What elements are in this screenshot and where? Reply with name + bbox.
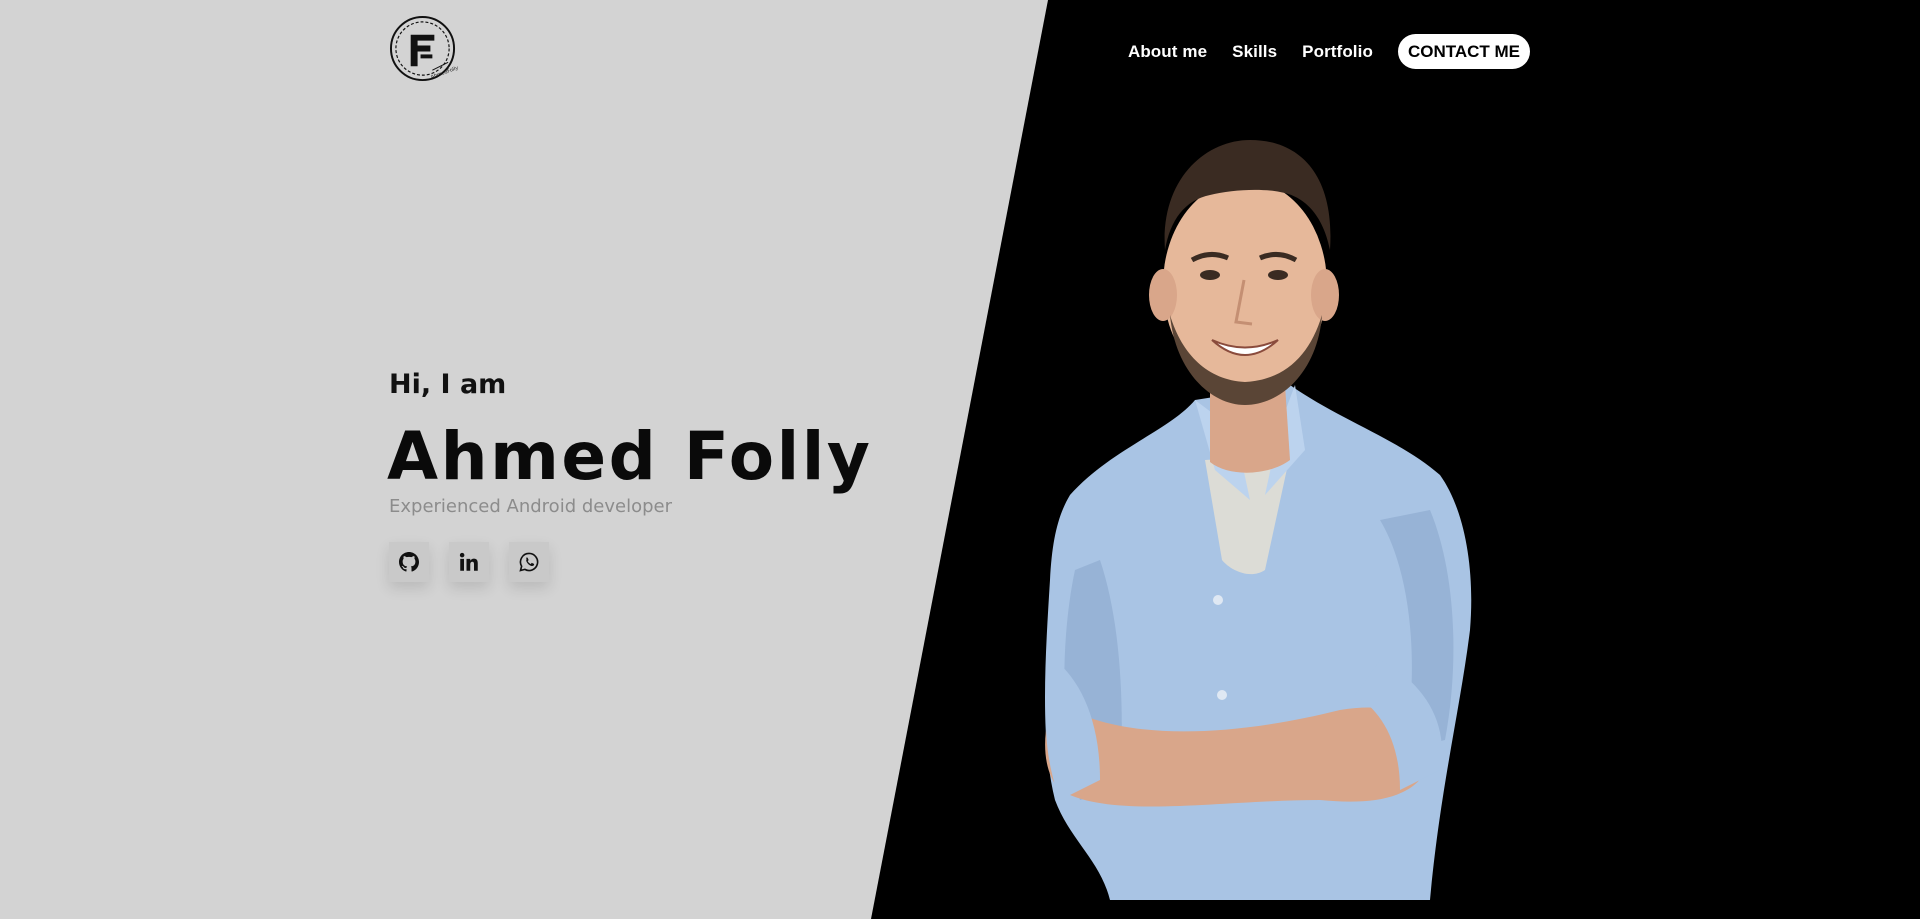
nav-portfolio[interactable]: Portfolio — [1302, 42, 1373, 62]
social-links — [389, 542, 569, 582]
linkedin-icon — [459, 552, 478, 571]
hero-greeting: Hi, I am — [389, 369, 507, 400]
nav-about-me[interactable]: About me — [1128, 42, 1207, 62]
whatsapp-icon — [519, 552, 539, 572]
profile-portrait — [1045, 140, 1472, 900]
contact-me-button[interactable]: CONTACT ME — [1397, 34, 1530, 69]
main-nav: About me Skills Portfolio CONTACT ME — [1103, 34, 1530, 69]
logo-text: AhmedFolly — [430, 65, 458, 80]
hero-name: Ahmed Folly — [387, 418, 873, 495]
github-button[interactable] — [389, 542, 429, 582]
site-logo[interactable]: AhmedFolly — [389, 15, 459, 84]
af-monogram-logo-icon: AhmedFolly — [389, 15, 459, 82]
hero-subtitle: Experienced Android developer — [389, 496, 672, 517]
linkedin-button[interactable] — [449, 542, 489, 582]
whatsapp-button[interactable] — [509, 542, 549, 582]
nav-skills[interactable]: Skills — [1232, 42, 1277, 62]
github-icon — [399, 552, 419, 572]
